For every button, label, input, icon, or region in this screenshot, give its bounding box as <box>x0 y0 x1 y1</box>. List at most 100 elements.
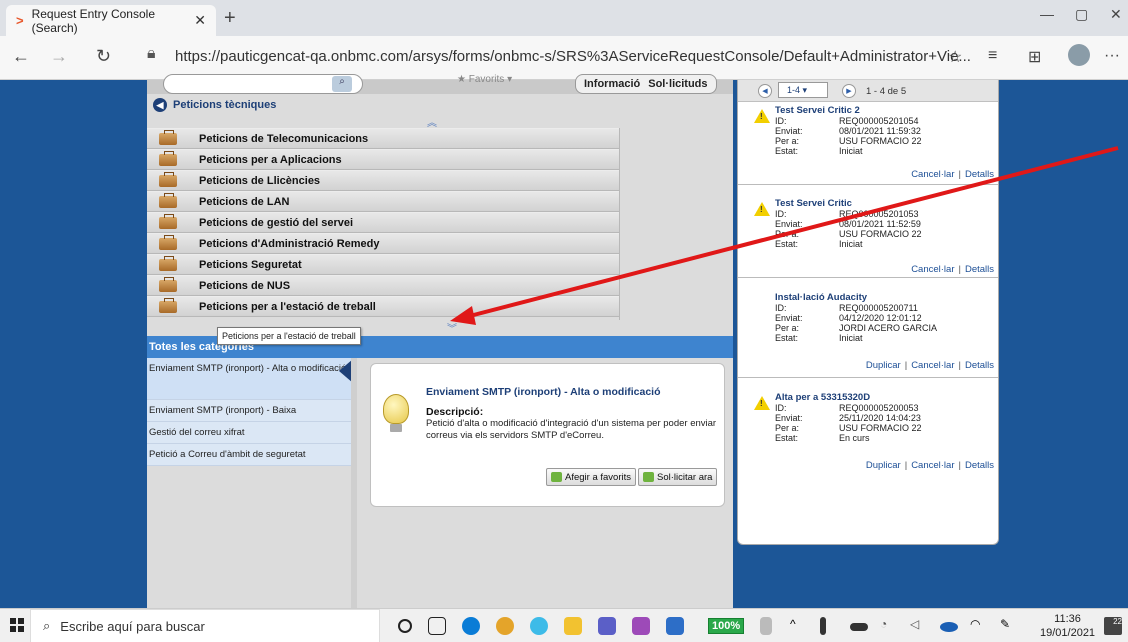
url-field[interactable]: https://pauticgencat-qa.onbmc.com/arsys/… <box>175 48 971 65</box>
pager-bar: ◀ 1-4 ▾ ▶ 1 - 4 de 5 <box>738 80 998 102</box>
tab-informacio[interactable]: Informació <box>584 78 640 90</box>
request-card[interactable]: ! Test Servei Critic 2 ID: REQ00000520105… <box>738 103 998 185</box>
favorites-dropdown[interactable]: ★ Favorits ▾ <box>457 74 512 85</box>
category-item[interactable]: Peticions de Telecomunicacions <box>147 128 619 149</box>
profile-avatar[interactable] <box>1068 44 1090 66</box>
refresh-icon[interactable]: ↻ <box>96 46 111 67</box>
field-value: Iniciat <box>839 146 863 156</box>
volume-icon[interactable]: ◁ <box>910 617 928 635</box>
file-explorer-icon[interactable] <box>564 617 582 635</box>
pane-divider[interactable] <box>351 358 357 608</box>
back-arrow-icon[interactable]: ← <box>12 46 30 67</box>
onedrive-icon[interactable] <box>940 622 958 632</box>
field-value: USU FORMACIO 22 <box>839 136 922 146</box>
pager-next-icon[interactable]: ▶ <box>842 84 856 98</box>
network-icon[interactable]: ◠ <box>970 617 988 635</box>
request-title[interactable]: Alta per a 53315320D <box>775 392 870 403</box>
section-header[interactable]: ◀ Peticions tècniques <box>147 94 733 116</box>
category-side-column <box>619 128 733 320</box>
description-text: Petició d'alta o modificació d'integraci… <box>426 418 717 441</box>
category-label: Peticions de Telecomunicacions <box>199 132 369 145</box>
request-card[interactable]: ! Test Servei Critic ID: REQ000005201053 … <box>738 196 998 278</box>
search-icon[interactable]: ⌕ <box>332 76 352 92</box>
task-view-icon[interactable] <box>428 617 446 635</box>
edge-icon[interactable] <box>462 617 480 635</box>
subcategory-item[interactable]: Petició a Correu d'àmbit de seguretat <box>147 444 351 466</box>
pen-icon[interactable]: ✎ <box>1000 617 1018 635</box>
subcategory-item[interactable]: Enviament SMTP (ironport) - Baixa <box>147 400 351 422</box>
details-link[interactable]: Detalls <box>965 360 994 371</box>
subcategory-item-selected[interactable]: Enviament SMTP (ironport) - Alta o modif… <box>147 358 351 400</box>
tab-close-icon[interactable]: ✕ <box>194 12 206 29</box>
minimize-button[interactable]: — <box>1040 6 1054 22</box>
notifications-count: 22 <box>1113 617 1122 626</box>
teams-icon[interactable] <box>598 617 616 635</box>
microphone-icon[interactable] <box>820 617 826 635</box>
request-now-button[interactable]: Sol·licitar ara <box>638 468 718 486</box>
category-item[interactable]: Peticions de gestió del servei <box>147 212 619 233</box>
pager-select[interactable]: 1-4 ▾ <box>778 82 828 98</box>
forward-arrow-icon[interactable]: → <box>50 46 68 67</box>
field-label: Estat: <box>775 333 799 343</box>
field-value: 04/12/2020 12:01:12 <box>839 313 922 323</box>
category-item[interactable]: Peticions per a l'estació de treball <box>147 296 619 317</box>
details-link[interactable]: Detalls <box>965 264 994 275</box>
category-item[interactable]: Peticions d'Administració Remedy <box>147 233 619 254</box>
outlook-icon[interactable] <box>666 617 684 635</box>
request-card[interactable]: ! Alta per a 53315320D ID: REQ00000520005… <box>738 390 998 480</box>
maximize-button[interactable]: ▢ <box>1075 6 1088 23</box>
details-link[interactable]: Detalls <box>965 169 994 180</box>
section-title: Peticions tècniques <box>173 99 277 111</box>
cancel-link[interactable]: Cancel·lar <box>911 460 954 471</box>
request-title[interactable]: Test Servei Critic <box>775 198 852 209</box>
field-label: Enviat: <box>775 126 803 136</box>
category-item[interactable]: Peticions per a Aplicacions <box>147 149 619 170</box>
snipping-tool-icon[interactable] <box>632 617 650 635</box>
duplicate-link[interactable]: Duplicar <box>866 460 901 471</box>
more-menu-icon[interactable]: ··· <box>1104 47 1120 65</box>
windows-start-icon[interactable] <box>10 618 24 632</box>
duplicate-link[interactable]: Duplicar <box>866 360 901 371</box>
subcategory-item[interactable]: Gestió del correu xifrat <box>147 422 351 444</box>
tray-icon[interactable] <box>760 617 772 635</box>
cortana-icon[interactable] <box>398 619 412 633</box>
cancel-link[interactable]: Cancel·lar <box>911 169 954 180</box>
request-title[interactable]: Instal·lació Audacity <box>775 292 867 303</box>
taskbar-search-input[interactable]: ⌕ Escribe aquí para buscar <box>30 609 380 642</box>
collapse-up-icon[interactable]: ︽ <box>427 114 437 129</box>
pager-count: 1 - 4 de 5 <box>866 86 907 97</box>
expand-down-icon[interactable]: ︾ <box>447 320 457 335</box>
favorite-star-icon[interactable]: ☆ <box>948 47 962 67</box>
category-item[interactable]: Peticions de LAN <box>147 191 619 212</box>
zoom-indicator[interactable]: 100% <box>708 618 745 634</box>
ie-icon[interactable] <box>530 617 548 635</box>
wifi-icon[interactable]: ◔ <box>880 617 898 635</box>
request-title[interactable]: Test Servei Critic 2 <box>775 105 860 116</box>
cancel-link[interactable]: Cancel·lar <box>911 360 954 371</box>
windows-taskbar: ⌕ Escribe aquí para buscar 100% ^ ◔ ◁ ◠ … <box>0 608 1128 642</box>
tray-chevron-icon[interactable]: ^ <box>790 617 808 635</box>
collections-icon[interactable]: ⊞ <box>1028 47 1041 67</box>
request-card[interactable]: Instal·lació Audacity ID: REQ000005200711… <box>738 290 998 378</box>
tab-sollicituds[interactable]: Sol·licituds <box>648 78 707 90</box>
category-item[interactable]: Peticions de Llicències <box>147 170 619 191</box>
details-link[interactable]: Detalls <box>965 460 994 471</box>
system-clock[interactable]: 11:36 19/01/2021 <box>1040 612 1095 640</box>
back-circle-icon[interactable]: ◀ <box>153 98 167 112</box>
briefcase-icon <box>159 171 177 187</box>
close-window-button[interactable]: ✕ <box>1110 6 1122 23</box>
battery-icon[interactable] <box>850 623 868 631</box>
cancel-link[interactable]: Cancel·lar <box>911 264 954 275</box>
favorites-list-icon[interactable]: ≡ <box>988 47 997 65</box>
chrome-icon[interactable] <box>496 617 514 635</box>
browser-tab[interactable]: > Request Entry Console (Search) ✕ <box>6 5 216 36</box>
add-favorite-button[interactable]: Afegir a favorits <box>546 468 636 486</box>
field-value: Iniciat <box>839 333 863 343</box>
view-tabs: Informació Sol·licituds <box>575 74 717 94</box>
pager-prev-icon[interactable]: ◀ <box>758 84 772 98</box>
new-tab-button[interactable]: + <box>224 7 236 30</box>
pager-range: 1-4 <box>787 85 801 95</box>
category-item[interactable]: Peticions de NUS <box>147 275 619 296</box>
notifications-icon[interactable]: 22 <box>1104 617 1122 635</box>
category-item[interactable]: Peticions Seguretat <box>147 254 619 275</box>
